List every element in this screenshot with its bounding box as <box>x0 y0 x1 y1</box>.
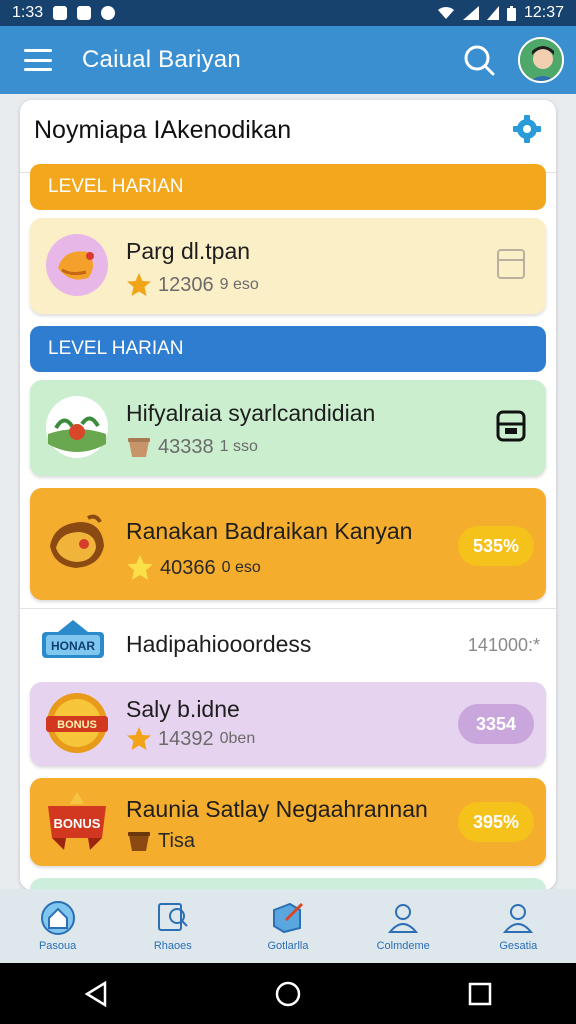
item-title: Hifyalraia syarlcandidian <box>126 400 376 426</box>
list-item[interactable]: BONUS Raunia Satlay Negaahrannan Tisa 39… <box>30 778 546 866</box>
item-value: 12306 <box>158 273 214 296</box>
item-subline: 12306 9 eso <box>126 272 259 298</box>
item-unit: 0 eso <box>221 559 261 576</box>
edit-box-icon <box>272 902 304 934</box>
notification-icon <box>53 6 68 20</box>
svg-text:BONUS: BONUS <box>57 719 97 731</box>
app-icon <box>101 6 116 20</box>
item-sub: Tisa <box>158 829 196 852</box>
bottom-navigation: Pasoua Rhaoes Gotlarlla Colmdeme Gesatia <box>0 889 576 963</box>
status-bar: 1:33 12:37 <box>0 0 576 26</box>
item-title: Ranakan Badraikan Kanyan <box>126 518 413 544</box>
nav-tasks[interactable]: Gotlarlla <box>238 900 338 952</box>
nav-label: Gesatia <box>499 940 538 952</box>
item-title: Parg dl.tpan <box>126 238 251 264</box>
item-subline: Tisa <box>126 828 195 854</box>
section-value: 141000:* <box>467 635 540 655</box>
nav-profile[interactable]: Gesatia <box>468 900 568 952</box>
list-item[interactable]: Ranakan Badraikan Kanyan 40366 0 eso 535… <box>30 488 546 600</box>
nav-label: Rhaoes <box>153 940 192 952</box>
settings-gear-icon[interactable] <box>512 114 542 144</box>
main-card: Noymiapa IAkenodikan LEVEL HARIAN Parg d… <box>20 100 556 890</box>
shell-icon <box>50 514 104 568</box>
nav-home[interactable]: Pasoua <box>8 900 108 952</box>
nav-search[interactable]: Rhaoes <box>123 900 223 952</box>
item-title: Saly b.idne <box>126 696 240 722</box>
search-icon[interactable] <box>462 43 496 77</box>
item-value: 40366 <box>160 556 216 579</box>
item-subline: 43338 1 sso <box>126 434 258 460</box>
bonus-coin-icon: BONUS <box>46 693 108 753</box>
item-subline: 40366 0 eso <box>126 554 261 582</box>
progress-badge: 535% <box>458 526 534 566</box>
item-value: 43338 <box>158 435 214 458</box>
lock-icon <box>497 249 525 279</box>
app-bar: Caiual Bariyan <box>0 26 576 94</box>
section-title: Hadipahiooordess <box>126 631 312 657</box>
pot-icon <box>128 832 150 851</box>
battery-icon <box>506 5 516 21</box>
bonus-ribbon-icon: BONUS <box>48 792 106 850</box>
star-icon <box>127 273 151 296</box>
locked-chest-icon <box>496 410 526 442</box>
signal-icon <box>462 6 479 20</box>
progress-badge: 3354 <box>458 704 534 744</box>
app-title: Caiual Bariyan <box>82 46 241 73</box>
item-title: Raunia Satlay Negaahrannan <box>126 796 428 822</box>
nav-label: Gotlarlla <box>267 940 309 952</box>
avatar[interactable] <box>518 37 564 83</box>
nav-label: Pasoua <box>38 940 77 952</box>
camera-icon <box>77 6 92 20</box>
menu-icon[interactable] <box>24 49 52 71</box>
home-icon <box>40 901 75 935</box>
section-row[interactable]: HONAR Hadipahiooordess 141000:* <box>20 614 556 676</box>
pot-icon <box>128 438 150 457</box>
nav-label: Colmdeme <box>376 940 430 952</box>
profile-icon <box>503 904 534 933</box>
star-icon <box>127 727 151 750</box>
item-unit: 0ben <box>219 730 256 747</box>
garden-icon <box>46 396 108 458</box>
recents-icon[interactable] <box>465 979 495 1009</box>
list-item[interactable]: Parg dl.tpan 12306 9 eso <box>30 218 546 314</box>
signal-2-icon <box>486 6 499 20</box>
list-item[interactable]: Hifyalraia syarlcandidian 43338 1 sso <box>30 380 546 476</box>
divider <box>20 608 556 609</box>
card-title: Noymiapa IAkenodikan <box>34 116 292 144</box>
list-item[interactable]: BONUS Saly b.idne 14392 0ben 3354 <box>30 682 546 766</box>
back-icon[interactable] <box>81 979 111 1009</box>
item-subline: 14392 0ben <box>126 726 255 752</box>
svg-text:BONUS: BONUS <box>54 816 101 831</box>
nav-community[interactable]: Colmdeme <box>353 900 453 952</box>
item-value: 14392 <box>158 727 214 750</box>
status-clock: 12:37 <box>523 4 564 21</box>
star-icon <box>127 555 153 580</box>
honor-badge-icon: HONAR <box>42 620 104 658</box>
system-navigation <box>0 963 576 1024</box>
fruit-icon <box>46 234 108 296</box>
honor-badge-text: HONAR <box>51 639 95 653</box>
status-time: 1:33 <box>12 4 44 21</box>
home-circle-icon[interactable] <box>273 979 303 1009</box>
wifi-icon <box>437 6 454 19</box>
item-unit: 9 eso <box>219 276 259 293</box>
section-header-daily-2: LEVEL HARIAN <box>30 326 546 372</box>
item-unit: 1 sso <box>219 438 258 455</box>
person-icon <box>388 904 419 933</box>
progress-badge: 395% <box>458 802 534 842</box>
section-header-daily: LEVEL HARIAN <box>30 164 546 210</box>
search-doc-icon <box>157 903 188 931</box>
